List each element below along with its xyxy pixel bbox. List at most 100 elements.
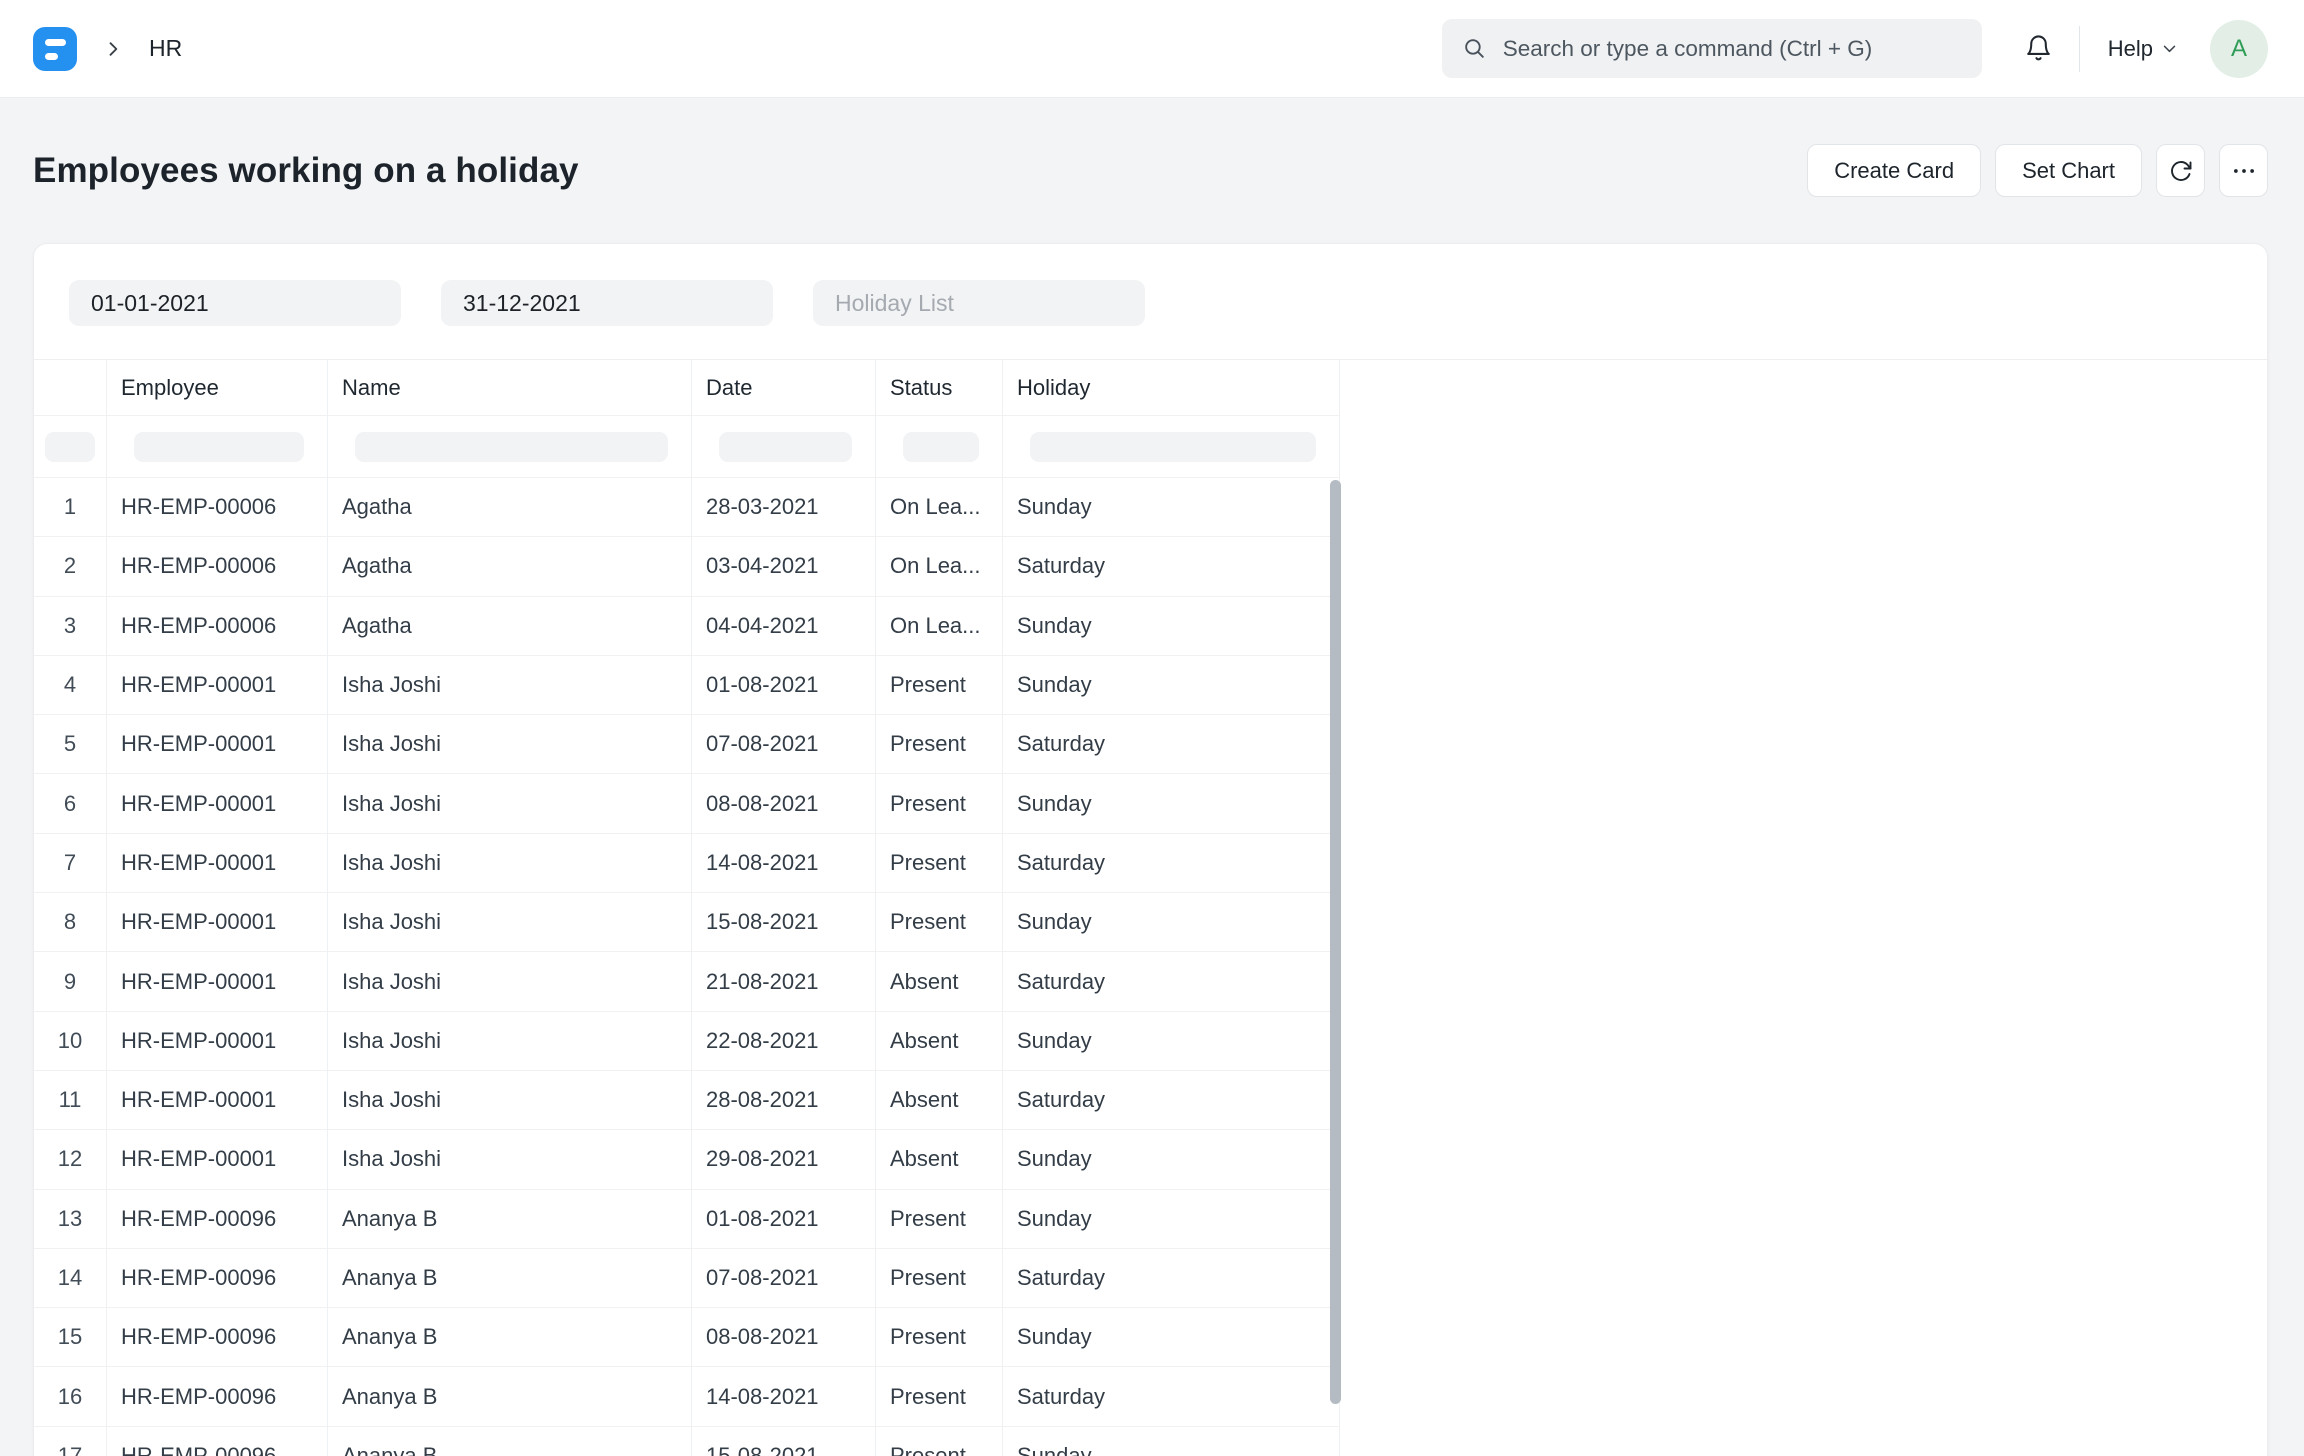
filter-input-skeleton[interactable] — [903, 431, 979, 462]
cell-status[interactable]: On Lea... — [876, 478, 1003, 538]
cell-status[interactable]: Present — [876, 1426, 1003, 1456]
column-header-index[interactable] — [34, 360, 107, 416]
cell-holiday[interactable]: Sunday — [1003, 1426, 1340, 1456]
cell-employee[interactable]: HR-EMP-00001 — [107, 952, 328, 1012]
notifications-button[interactable] — [2024, 34, 2053, 63]
cell-status[interactable]: Present — [876, 1308, 1003, 1368]
cell-status[interactable]: Present — [876, 1189, 1003, 1249]
cell-status[interactable]: Present — [876, 893, 1003, 953]
cell-employee[interactable]: HR-EMP-00001 — [107, 774, 328, 834]
cell-status[interactable]: On Lea... — [876, 537, 1003, 597]
cell-status[interactable]: Present — [876, 655, 1003, 716]
holiday-list-input[interactable]: Holiday List — [813, 280, 1145, 326]
cell-name[interactable]: Agatha — [328, 478, 692, 538]
cell-status[interactable]: Present — [876, 1248, 1003, 1309]
column-header-employee[interactable]: Employee — [107, 360, 328, 416]
cell-employee[interactable]: HR-EMP-00001 — [107, 655, 328, 716]
cell-status[interactable]: Present — [876, 715, 1003, 775]
column-header-status[interactable]: Status — [876, 360, 1003, 416]
cell-name[interactable]: Isha Joshi — [328, 774, 692, 834]
cell-holiday[interactable]: Saturday — [1003, 1248, 1340, 1309]
cell-date[interactable]: 01-08-2021 — [692, 655, 876, 716]
from-date-input[interactable]: 01-01-2021 — [69, 280, 401, 326]
cell-status[interactable]: Absent — [876, 1070, 1003, 1131]
cell-holiday[interactable]: Sunday — [1003, 1189, 1340, 1249]
cell-name[interactable]: Isha Joshi — [328, 833, 692, 894]
cell-date[interactable]: 03-04-2021 — [692, 537, 876, 597]
filter-cell-status[interactable] — [876, 416, 1003, 478]
table-row[interactable]: 13 HR-EMP-00096 Ananya B 01-08-2021 Present S… — [34, 1189, 1341, 1249]
table-row[interactable]: 17 HR-EMP-00096 Ananya B 15-08-2021 Present S… — [34, 1426, 1341, 1456]
help-menu[interactable]: Help — [2108, 36, 2178, 62]
table-row[interactable]: 14 HR-EMP-00096 Ananya B 07-08-2021 Present S… — [34, 1248, 1341, 1309]
cell-date[interactable]: 04-04-2021 — [692, 596, 876, 656]
cell-holiday[interactable]: Saturday — [1003, 715, 1340, 775]
table-row[interactable]: 4 HR-EMP-00001 Isha Joshi 01-08-2021 Present… — [34, 655, 1341, 716]
user-avatar[interactable]: A — [2210, 19, 2268, 78]
cell-name[interactable]: Ananya B — [328, 1308, 692, 1368]
cell-name[interactable]: Isha Joshi — [328, 893, 692, 953]
cell-date[interactable]: 21-08-2021 — [692, 952, 876, 1012]
cell-holiday[interactable]: Sunday — [1003, 1308, 1340, 1368]
cell-holiday[interactable]: Sunday — [1003, 774, 1340, 834]
cell-name[interactable]: Isha Joshi — [328, 1130, 692, 1190]
cell-holiday[interactable]: Saturday — [1003, 537, 1340, 597]
cell-holiday[interactable]: Sunday — [1003, 1130, 1340, 1190]
cell-status[interactable]: Present — [876, 774, 1003, 834]
cell-date[interactable]: 07-08-2021 — [692, 1248, 876, 1309]
cell-employee[interactable]: HR-EMP-00006 — [107, 537, 328, 597]
cell-holiday[interactable]: Sunday — [1003, 1011, 1340, 1071]
cell-date[interactable]: 07-08-2021 — [692, 715, 876, 775]
cell-employee[interactable]: HR-EMP-00001 — [107, 1011, 328, 1071]
table-row[interactable]: 11 HR-EMP-00001 Isha Joshi 28-08-2021 Absent… — [34, 1070, 1341, 1131]
cell-employee[interactable]: HR-EMP-00001 — [107, 893, 328, 953]
table-row[interactable]: 5 HR-EMP-00001 Isha Joshi 07-08-2021 Present… — [34, 715, 1341, 775]
cell-name[interactable]: Ananya B — [328, 1367, 692, 1427]
cell-holiday[interactable]: Saturday — [1003, 1367, 1340, 1427]
cell-name[interactable]: Agatha — [328, 537, 692, 597]
cell-name[interactable]: Ananya B — [328, 1248, 692, 1309]
cell-status[interactable]: Absent — [876, 1011, 1003, 1071]
cell-holiday[interactable]: Sunday — [1003, 893, 1340, 953]
filter-cell-employee[interactable] — [107, 416, 328, 478]
cell-name[interactable]: Isha Joshi — [328, 715, 692, 775]
cell-employee[interactable]: HR-EMP-00096 — [107, 1308, 328, 1368]
to-date-input[interactable]: 31-12-2021 — [441, 280, 773, 326]
filter-cell-name[interactable] — [328, 416, 692, 478]
cell-name[interactable]: Agatha — [328, 596, 692, 656]
filter-input-skeleton[interactable] — [45, 431, 95, 462]
cell-date[interactable]: 08-08-2021 — [692, 1308, 876, 1368]
table-row[interactable]: 6 HR-EMP-00001 Isha Joshi 08-08-2021 Present… — [34, 774, 1341, 834]
filter-cell-date[interactable] — [692, 416, 876, 478]
cell-name[interactable]: Ananya B — [328, 1189, 692, 1249]
cell-employee[interactable]: HR-EMP-00096 — [107, 1367, 328, 1427]
cell-employee[interactable]: HR-EMP-00006 — [107, 596, 328, 656]
cell-name[interactable]: Isha Joshi — [328, 1011, 692, 1071]
filter-input-skeleton[interactable] — [355, 431, 668, 462]
cell-employee[interactable]: HR-EMP-00001 — [107, 833, 328, 894]
cell-date[interactable]: 14-08-2021 — [692, 1367, 876, 1427]
cell-status[interactable]: Present — [876, 1367, 1003, 1427]
cell-date[interactable]: 01-08-2021 — [692, 1189, 876, 1249]
cell-holiday[interactable]: Saturday — [1003, 833, 1340, 894]
filter-input-skeleton[interactable] — [1030, 431, 1316, 462]
cell-name[interactable]: Isha Joshi — [328, 1070, 692, 1131]
filter-cell-holiday[interactable] — [1003, 416, 1340, 478]
cell-date[interactable]: 15-08-2021 — [692, 893, 876, 953]
cell-employee[interactable]: HR-EMP-00096 — [107, 1189, 328, 1249]
cell-holiday[interactable]: Sunday — [1003, 596, 1340, 656]
cell-date[interactable]: 14-08-2021 — [692, 833, 876, 894]
filter-input-skeleton[interactable] — [134, 431, 304, 462]
cell-status[interactable]: Absent — [876, 1130, 1003, 1190]
global-search-input[interactable]: Search or type a command (Ctrl + G) — [1441, 19, 1982, 78]
table-row[interactable]: 2 HR-EMP-00006 Agatha 03-04-2021 On Lea... Sa… — [34, 537, 1341, 597]
table-row[interactable]: 8 HR-EMP-00001 Isha Joshi 15-08-2021 Present… — [34, 893, 1341, 953]
breadcrumb-item-hr[interactable]: HR — [149, 35, 182, 62]
table-row[interactable]: 9 HR-EMP-00001 Isha Joshi 21-08-2021 Absent S… — [34, 952, 1341, 1012]
cell-name[interactable]: Isha Joshi — [328, 655, 692, 716]
cell-employee[interactable]: HR-EMP-00096 — [107, 1426, 328, 1456]
table-row[interactable]: 10 HR-EMP-00001 Isha Joshi 22-08-2021 Absent… — [34, 1011, 1341, 1071]
cell-holiday[interactable]: Saturday — [1003, 952, 1340, 1012]
table-row[interactable]: 12 HR-EMP-00001 Isha Joshi 29-08-2021 Absent… — [34, 1130, 1341, 1190]
column-header-name[interactable]: Name — [328, 360, 692, 416]
